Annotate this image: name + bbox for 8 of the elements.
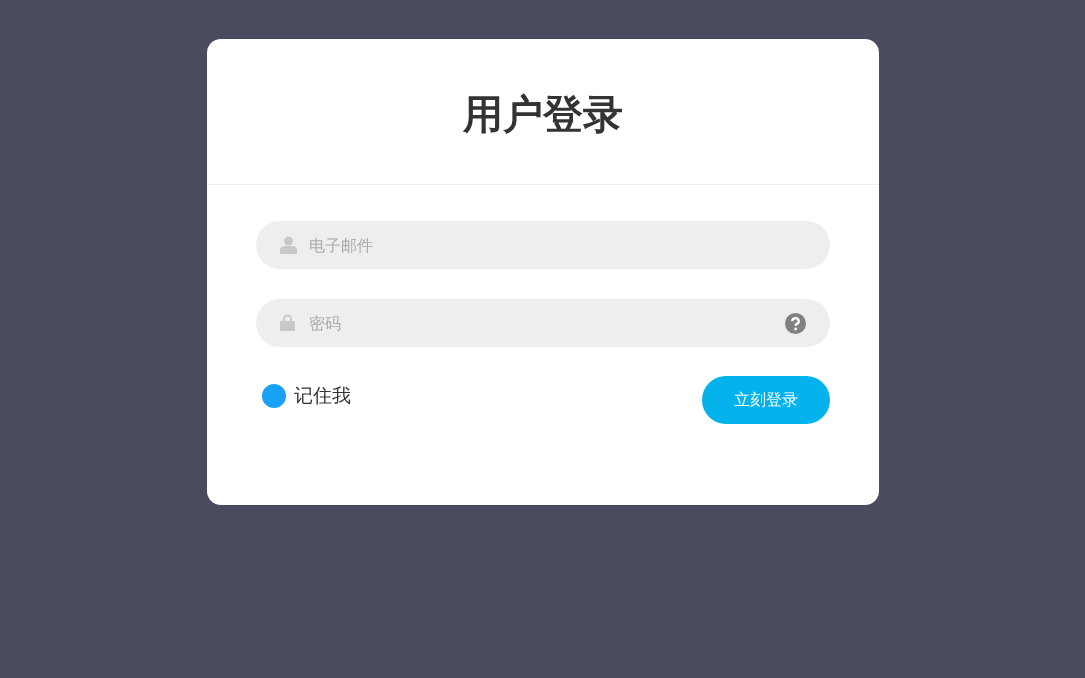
remember-checkbox[interactable] (261, 384, 286, 408)
password-field[interactable]: 密码 (255, 299, 830, 347)
user-icon (279, 236, 297, 254)
help-icon[interactable] (784, 313, 806, 334)
login-title: 用户登录 (462, 90, 623, 139)
lock-icon (279, 314, 295, 331)
email-field[interactable]: 电子邮件 (255, 221, 830, 269)
remember-label[interactable]: 记住我 (293, 383, 351, 409)
